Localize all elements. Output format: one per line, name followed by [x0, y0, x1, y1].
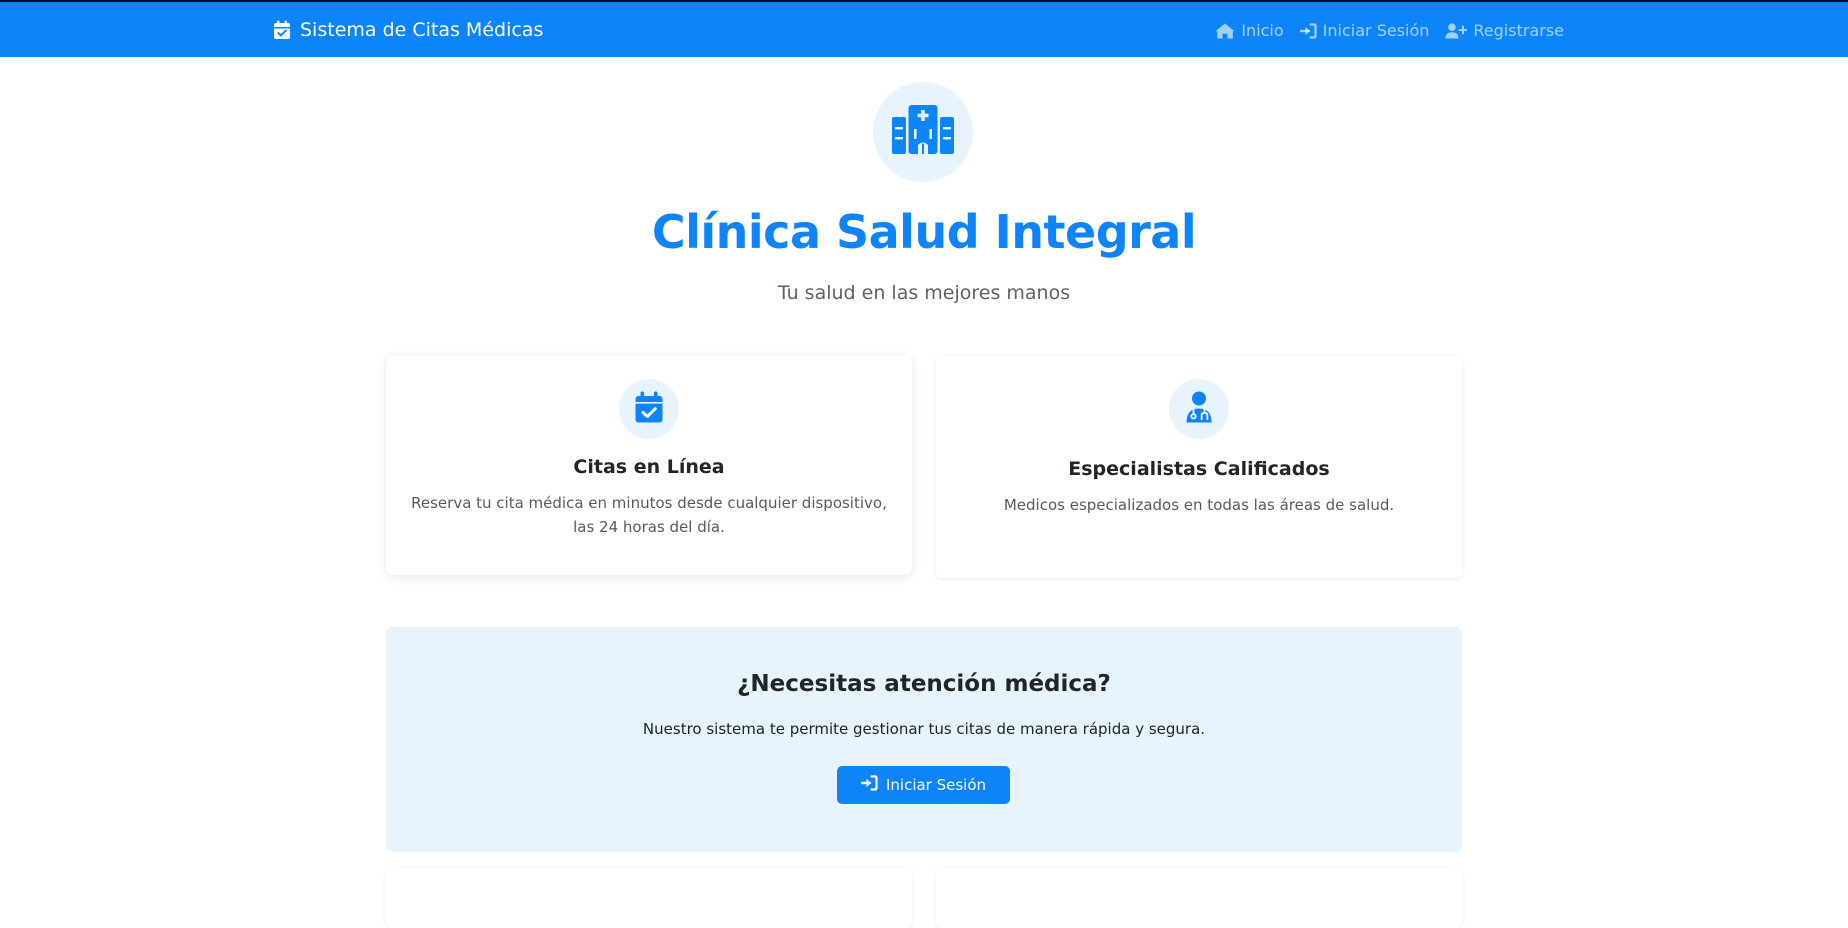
- feature-card-citas: Citas en Línea Reserva tu cita médica en…: [386, 356, 912, 575]
- calendar-check-icon: [273, 20, 291, 40]
- nav-link-label: Inicio: [1241, 21, 1284, 40]
- feature-title: Especialistas Calificados: [1068, 458, 1330, 480]
- nav-link-inicio[interactable]: Inicio: [1215, 21, 1284, 40]
- card-partial-left: [386, 868, 912, 928]
- nav-link-iniciar-sesion[interactable]: Iniciar Sesión: [1299, 21, 1430, 40]
- card-partial-right: [936, 868, 1462, 928]
- user-plus-icon: [1445, 22, 1468, 39]
- feature-title: Citas en Línea: [573, 456, 725, 478]
- hero-subtitle: Tu salud en las mejores manos: [777, 282, 1071, 304]
- feature-icon-circle: [619, 379, 679, 439]
- feature-card-especialistas: Especialistas Calificados Medicos especi…: [936, 356, 1462, 578]
- nav-link-registrarse[interactable]: Registrarse: [1445, 21, 1564, 40]
- feature-text: Reserva tu cita médica en minutos desde …: [411, 494, 887, 536]
- sign-in-icon: [860, 775, 878, 795]
- hero-title: Clínica Salud Integral: [651, 205, 1197, 259]
- sign-in-icon: [1299, 22, 1317, 39]
- brand-text: Sistema de Citas Médicas: [300, 19, 544, 41]
- nav-link-label: Registrarse: [1473, 21, 1564, 40]
- cta-text: Nuestro sistema te permite gestionar tus…: [642, 720, 1206, 738]
- home-icon: [1215, 23, 1235, 39]
- cta-login-button[interactable]: Iniciar Sesión: [837, 766, 1010, 804]
- brand-link[interactable]: Sistema de Citas Médicas: [273, 19, 543, 41]
- cta-button-label: Iniciar Sesión: [885, 776, 987, 794]
- cta-section: ¿Necesitas atención médica? Nuestro sist…: [386, 627, 1462, 852]
- cta-title: ¿Necesitas atención médica?: [737, 671, 1111, 697]
- navbar: Sistema de Citas Médicas Inicio Iniciar …: [0, 0, 1848, 57]
- hero-icon-circle: [873, 82, 973, 182]
- feature-text: Medicos especializados en todas las área…: [1003, 496, 1395, 514]
- feature-icon-circle: [1169, 379, 1229, 439]
- nav-links: Inicio Iniciar Sesión Registrarse: [1215, 21, 1564, 40]
- calendar-check-icon: [635, 391, 663, 427]
- nav-link-label: Iniciar Sesión: [1322, 21, 1430, 40]
- user-doctor-icon: [1185, 391, 1213, 427]
- hospital-icon: [892, 105, 954, 159]
